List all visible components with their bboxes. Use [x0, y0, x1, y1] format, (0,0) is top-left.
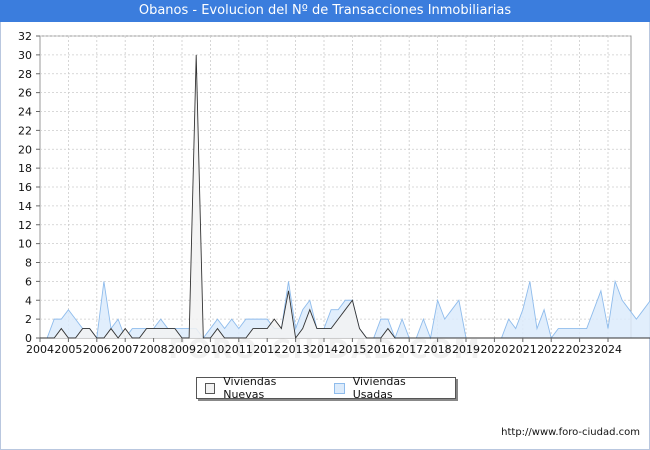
- y-tick-label: 2: [25, 313, 32, 326]
- x-tick-label: 2017: [395, 343, 423, 356]
- x-tick-label: 2012: [253, 343, 281, 356]
- legend-item-nuevas: Viviendas Nuevas: [205, 375, 326, 401]
- legend-label-nuevas: Viviendas Nuevas: [223, 375, 277, 401]
- x-tick-label: 2014: [310, 343, 338, 356]
- x-tick-label: 2022: [537, 343, 565, 356]
- y-tick-label: 10: [18, 238, 32, 251]
- x-tick-label: 2018: [424, 343, 452, 356]
- x-tick-label: 2015: [338, 343, 366, 356]
- legend-swatch-nuevas: [205, 382, 216, 394]
- y-tick-label: 26: [18, 87, 32, 100]
- y-tick-label: 14: [18, 200, 32, 213]
- x-tick-label: 2019: [452, 343, 480, 356]
- y-tick-label: 20: [18, 143, 32, 156]
- x-tick-label: 2008: [140, 343, 168, 356]
- y-axis: 02468101214161820222426283032: [18, 30, 40, 345]
- x-axis: 2004 2005 2006 2007 2008 2009 2010 2011 2012 2013…: [26, 338, 622, 356]
- y-tick-label: 16: [18, 181, 32, 194]
- y-tick-label: 24: [18, 106, 32, 119]
- x-tick-label: 2013: [282, 343, 310, 356]
- x-tick-label: 2024: [594, 343, 622, 356]
- x-tick-label: 2010: [196, 343, 224, 356]
- x-tick-label: 2009: [168, 343, 196, 356]
- x-tick-label: 2016: [367, 343, 395, 356]
- x-tick-label: 2020: [480, 343, 508, 356]
- y-tick-label: 32: [18, 30, 32, 43]
- x-tick-label: 2004: [26, 343, 54, 356]
- y-tick-label: 18: [18, 162, 32, 175]
- legend-label-usadas: Viviendas Usadas: [352, 375, 406, 401]
- legend: Viviendas Nuevas Viviendas Usadas: [196, 375, 456, 401]
- x-tick-label: 2006: [83, 343, 111, 356]
- legend-item-usadas: Viviendas Usadas: [334, 375, 455, 401]
- x-tick-label: 2007: [111, 343, 139, 356]
- y-tick-label: 6: [25, 275, 32, 288]
- x-tick-label: 2011: [225, 343, 253, 356]
- source-url[interactable]: http://www.foro-ciudad.com: [501, 427, 640, 438]
- y-tick-label: 8: [25, 257, 32, 270]
- y-tick-label: 12: [18, 219, 32, 232]
- y-tick-label: 28: [18, 68, 32, 81]
- y-tick-label: 4: [25, 294, 32, 307]
- y-tick-label: 30: [18, 49, 32, 62]
- legend-swatch-usadas: [334, 382, 345, 394]
- y-tick-label: 22: [18, 124, 32, 137]
- x-tick-label: 2023: [566, 343, 594, 356]
- x-tick-label: 2005: [54, 343, 82, 356]
- x-tick-label: 2021: [509, 343, 537, 356]
